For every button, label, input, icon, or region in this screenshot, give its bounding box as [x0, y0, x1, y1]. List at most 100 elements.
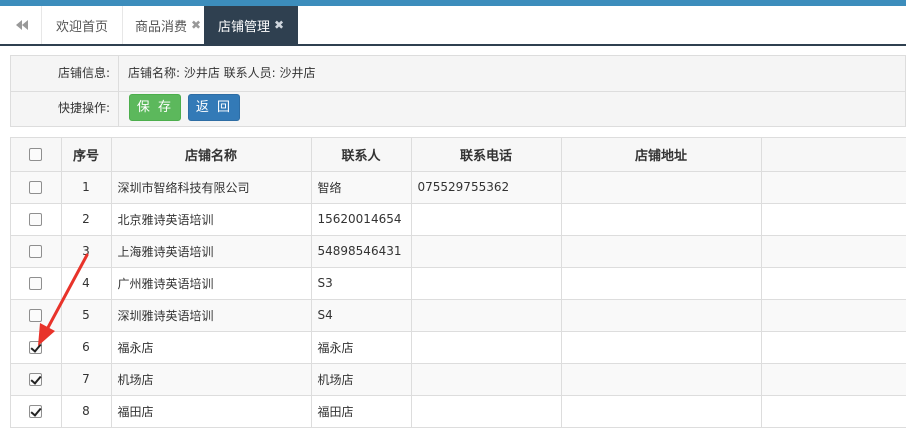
- double-left-arrow-icon: [15, 20, 28, 30]
- row-contact-cell: S4: [311, 299, 412, 332]
- column-header-address[interactable]: 店铺地址: [561, 138, 762, 172]
- tab-label: 欢迎首页: [56, 19, 109, 35]
- row-checkbox[interactable]: [29, 373, 43, 386]
- tab-welcome[interactable]: 欢迎首页: [42, 6, 124, 44]
- select-all-cell: [11, 138, 62, 172]
- tab-bar: 欢迎首页 商品消费 ✖ 店铺管理 ✖: [0, 6, 906, 46]
- column-header-filler: [761, 138, 906, 172]
- tab-shop-management[interactable]: 店铺管理 ✖: [204, 6, 299, 44]
- row-address-cell: [561, 235, 762, 268]
- row-select-cell: [11, 203, 62, 236]
- row-select-cell: [11, 235, 62, 268]
- row-checkbox[interactable]: [29, 245, 43, 258]
- shop-info-row: 店铺信息: 店铺名称: 沙井店 联系人员: 沙井店: [11, 56, 905, 92]
- quick-ops-row: 快捷操作: 保 存 返 回: [11, 91, 905, 127]
- row-filler-cell: [761, 203, 906, 236]
- table-row[interactable]: 2 北京雅诗英语培训 15620014654: [11, 203, 906, 236]
- row-contact-cell: 智络: [311, 171, 412, 204]
- row-checkbox[interactable]: [29, 405, 43, 418]
- row-select-cell: [11, 395, 62, 428]
- save-button[interactable]: 保 存: [129, 94, 181, 121]
- table-row[interactable]: 4 广州雅诗英语培训 S3: [11, 267, 906, 300]
- row-index-cell: 6: [61, 331, 112, 364]
- row-address-cell: [561, 331, 762, 364]
- row-contact-cell: 福田店: [311, 395, 412, 428]
- row-contact-cell: 福永店: [311, 331, 412, 364]
- row-select-cell: [11, 267, 62, 300]
- column-header-phone[interactable]: 联系电话: [411, 138, 562, 172]
- row-checkbox[interactable]: [29, 309, 43, 322]
- table-row[interactable]: 6 福永店 福永店: [11, 331, 906, 364]
- row-address-cell: [561, 363, 762, 396]
- shop-info-panel: 店铺信息: 店铺名称: 沙井店 联系人员: 沙井店 快捷操作: 保 存 返 回: [10, 55, 906, 127]
- column-header-index[interactable]: 序号: [61, 138, 112, 172]
- quick-ops-label: 快捷操作:: [11, 91, 119, 127]
- row-name-cell: 福田店: [111, 395, 312, 428]
- row-phone-cell: 075529755362: [411, 171, 562, 204]
- shop-info-label: 店铺信息:: [11, 56, 119, 91]
- row-phone-cell: [411, 267, 562, 300]
- close-icon[interactable]: ✖: [274, 18, 284, 32]
- row-name-cell: 广州雅诗英语培训: [111, 267, 312, 300]
- row-contact-cell: S3: [311, 267, 412, 300]
- row-filler-cell: [761, 363, 906, 396]
- row-phone-cell: [411, 299, 562, 332]
- row-index-cell: 7: [61, 363, 112, 396]
- row-phone-cell: [411, 203, 562, 236]
- row-filler-cell: [761, 395, 906, 428]
- row-address-cell: [561, 203, 762, 236]
- row-contact-cell: 机场店: [311, 363, 412, 396]
- row-phone-cell: [411, 235, 562, 268]
- row-phone-cell: [411, 363, 562, 396]
- row-filler-cell: [761, 171, 906, 204]
- row-name-cell: 上海雅诗英语培训: [111, 235, 312, 268]
- row-name-cell: 深圳市智络科技有限公司: [111, 171, 312, 204]
- table-row[interactable]: 1 深圳市智络科技有限公司 智络 075529755362: [11, 171, 906, 204]
- row-address-cell: [561, 267, 762, 300]
- row-select-cell: [11, 331, 62, 364]
- row-select-cell: [11, 363, 62, 396]
- table-row[interactable]: 8 福田店 福田店: [11, 395, 906, 428]
- row-contact-cell: 54898546431: [311, 235, 412, 268]
- table-header-row: 序号 店铺名称 联系人 联系电话 店铺地址: [11, 138, 906, 172]
- tab-label: 店铺管理: [218, 19, 271, 35]
- row-address-cell: [561, 299, 762, 332]
- row-select-cell: [11, 299, 62, 332]
- row-index-cell: 5: [61, 299, 112, 332]
- row-checkbox[interactable]: [29, 181, 43, 194]
- row-checkbox[interactable]: [29, 277, 43, 290]
- row-address-cell: [561, 171, 762, 204]
- tab-label: 商品消费: [135, 19, 188, 35]
- back-button[interactable]: 返 回: [188, 94, 240, 121]
- row-name-cell: 北京雅诗英语培训: [111, 203, 312, 236]
- row-address-cell: [561, 395, 762, 428]
- table-row[interactable]: 5 深圳雅诗英语培训 S4: [11, 299, 906, 332]
- select-all-checkbox[interactable]: [29, 147, 43, 161]
- row-checkbox[interactable]: [29, 341, 43, 354]
- row-filler-cell: [761, 235, 906, 268]
- row-name-cell: 福永店: [111, 331, 312, 364]
- row-name-cell: 深圳雅诗英语培训: [111, 299, 312, 332]
- row-index-cell: 2: [61, 203, 112, 236]
- shop-table: 序号 店铺名称 联系人 联系电话 店铺地址 1 深圳市智络科技有限公司 智络 0755…: [10, 137, 906, 428]
- row-contact-cell: 15620014654: [311, 203, 412, 236]
- row-checkbox[interactable]: [29, 213, 43, 226]
- table-row[interactable]: 3 上海雅诗英语培训 54898546431: [11, 235, 906, 268]
- row-select-cell: [11, 171, 62, 204]
- row-index-cell: 4: [61, 267, 112, 300]
- row-index-cell: 3: [61, 235, 112, 268]
- shop-info-value: 店铺名称: 沙井店 联系人员: 沙井店: [128, 66, 316, 80]
- row-index-cell: 1: [61, 171, 112, 204]
- row-filler-cell: [761, 331, 906, 364]
- table-row[interactable]: 7 机场店 机场店: [11, 363, 906, 396]
- row-filler-cell: [761, 299, 906, 332]
- row-name-cell: 机场店: [111, 363, 312, 396]
- column-header-name[interactable]: 店铺名称: [111, 138, 312, 172]
- close-icon[interactable]: ✖: [191, 18, 201, 32]
- row-index-cell: 8: [61, 395, 112, 428]
- column-header-contact[interactable]: 联系人: [311, 138, 412, 172]
- row-filler-cell: [761, 267, 906, 300]
- tab-product-consumption[interactable]: 商品消费 ✖: [121, 6, 217, 44]
- tab-scroll-left-button[interactable]: [2, 6, 42, 44]
- row-phone-cell: [411, 395, 562, 428]
